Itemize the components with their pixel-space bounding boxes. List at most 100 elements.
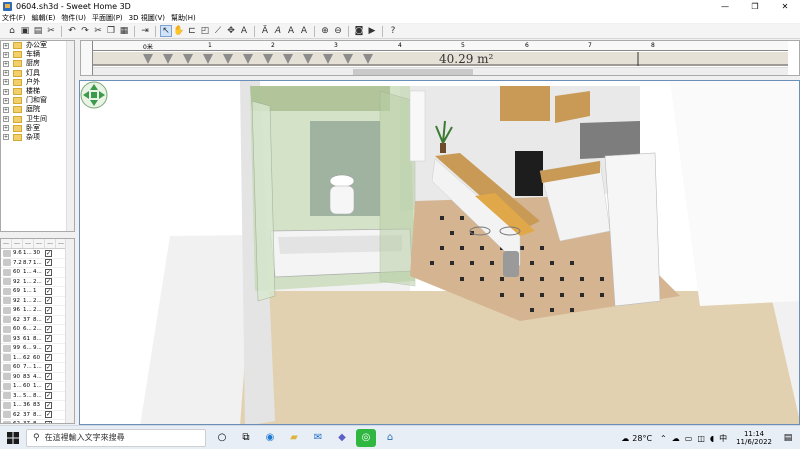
furniture-row[interactable]: 62378...✓ [1,411,74,420]
taskbar-search-input[interactable]: ⚲ 在這裡輸入文字來搜尋 [26,428,206,447]
open-icon[interactable]: ▣ [19,25,31,37]
select-mode-icon[interactable]: ↖ [160,25,172,37]
menu-3d-view[interactable]: 3D 視圖(V) [129,13,165,23]
cut-icon[interactable]: ✂ [45,25,57,37]
create-polylines-icon[interactable]: ⟋ [212,25,224,37]
furniture-row[interactable]: 62378...✓ [1,420,74,423]
save-icon[interactable]: ▤ [32,25,44,37]
menu-help[interactable]: 幫助(H) [171,13,196,23]
catalog-category[interactable]: + 厨房 [1,59,74,68]
create-rooms-icon[interactable]: ◰ [199,25,211,37]
furniture-row[interactable]: 90 83 4... ✓ [1,373,74,382]
visible-checkbox[interactable]: ✓ [45,344,52,352]
furniture-row[interactable]: 93 61 8... ✓ [1,335,74,344]
scrollbar-thumb[interactable] [353,69,473,75]
notification-center-icon[interactable]: ▤ [780,431,796,445]
windows-start-button[interactable] [0,426,26,449]
minimize-button[interactable]: — [710,0,740,12]
expand-icon[interactable]: + [3,106,9,113]
create-labels-icon[interactable]: A [238,25,250,37]
navigation-arrows-icon[interactable] [80,81,108,109]
add-furniture-icon[interactable]: ⇥ [139,25,151,37]
visible-checkbox[interactable]: ✓ [45,306,52,314]
furniture-row[interactable]: 60 1... 4... ✓ [1,268,74,278]
visible-checkbox[interactable]: ✓ [45,287,52,295]
tray-expand-icon[interactable]: ⌃ [660,434,667,443]
catalog-category[interactable]: + 灯具 [1,69,74,78]
battery-icon[interactable]: ▭ [685,434,693,443]
expand-icon[interactable]: + [3,97,9,104]
visible-checkbox[interactable]: ✓ [45,373,52,381]
column-header[interactable]: ... [1,239,12,248]
expand-icon[interactable]: + [3,79,9,86]
furniture-row[interactable]: 3... 5... 8... ✓ [1,392,74,401]
close-button[interactable]: ✕ [770,0,800,12]
copy-icon[interactable]: ❐ [105,25,117,37]
furniture-row[interactable]: 1... 60 1... ✓ [1,382,74,392]
expand-icon[interactable]: + [3,42,9,49]
cut-item-icon[interactable]: ✂ [92,25,104,37]
furniture-row[interactable]: 92 1... 2... ✓ [1,278,74,287]
furniture-row[interactable]: 99 6... 9... ✓ [1,344,74,354]
sweet-home-3d-taskbar-icon[interactable]: ⌂ [380,429,400,447]
furniture-row[interactable]: 60 6... 2... ✓ [1,325,74,335]
file-explorer-icon[interactable]: ▰ [284,429,304,447]
edge-browser-icon[interactable]: ◉ [260,429,280,447]
catalog-category[interactable]: + 门和窗 [1,96,74,105]
visible-checkbox[interactable]: ✓ [45,392,52,400]
catalog-category[interactable]: + 楼梯 [1,87,74,96]
create-video-icon[interactable]: ▶ [366,25,378,37]
zoom-in-icon[interactable]: ⊕ [319,25,331,37]
expand-icon[interactable]: + [3,60,9,67]
text-larger-icon[interactable]: A [285,25,297,37]
plan-horizontal-scrollbar[interactable] [93,67,788,75]
furniture-list-scrollbar[interactable] [65,239,74,423]
column-header[interactable]: ... [12,239,23,248]
text-smaller-icon[interactable]: A [298,25,310,37]
menu-plan[interactable]: 平面圖(P) [92,13,123,23]
3d-view[interactable] [79,80,800,425]
visible-checkbox[interactable]: ✓ [45,411,52,419]
new-home-icon[interactable]: ⌂ [6,25,18,37]
expand-icon[interactable]: + [3,88,9,95]
column-header[interactable]: ... [34,239,45,248]
create-photo-icon[interactable]: ◙ [353,25,365,37]
visible-checkbox[interactable]: ✓ [45,297,52,305]
text-style-icon[interactable]: Ä [259,25,271,37]
catalog-category[interactable]: + 庭院 [1,105,74,114]
catalog-scrollbar[interactable] [66,41,74,231]
catalog-category[interactable]: + 杂项 [1,133,74,142]
menu-furniture[interactable]: 物件(U) [61,13,86,23]
help-icon[interactable]: ? [387,25,399,37]
furniture-row[interactable]: 1... 62 60 ✓ [1,354,74,363]
onedrive-icon[interactable]: ☁ [672,434,680,443]
catalog-category[interactable]: + 车辆 [1,50,74,59]
create-walls-icon[interactable]: ⊏ [186,25,198,37]
weather-widget[interactable]: ☁ 28°C [621,434,652,443]
redo-icon[interactable]: ↷ [79,25,91,37]
catalog-category[interactable]: + 户外 [1,78,74,87]
text-italic-icon[interactable]: A [272,25,284,37]
undo-icon[interactable]: ↶ [66,25,78,37]
expand-icon[interactable]: + [3,134,9,141]
furniture-row[interactable]: 1... 36 83 ✓ [1,401,74,411]
visible-checkbox[interactable]: ✓ [45,316,52,324]
visible-checkbox[interactable]: ✓ [45,354,52,362]
cortana-icon[interactable]: ○ [212,429,232,447]
column-header[interactable]: ... [23,239,34,248]
visible-checkbox[interactable]: ✓ [45,249,52,257]
furniture-row[interactable]: 62378...✓ [1,316,74,325]
furniture-row[interactable]: 60 7... 1... ✓ [1,363,74,373]
teams-icon[interactable]: ◆ [332,429,352,447]
line-app-icon[interactable]: ◎ [356,428,376,447]
maximize-button[interactable]: ❐ [740,0,770,12]
expand-icon[interactable]: + [3,70,9,77]
visible-checkbox[interactable]: ✓ [45,268,52,276]
plan-view[interactable]: 0米 1 2 3 4 5 6 7 8 40.29 m² [80,40,800,76]
visible-checkbox[interactable]: ✓ [45,382,52,390]
visible-checkbox[interactable]: ✓ [45,363,52,371]
visible-checkbox[interactable]: ✓ [45,325,52,333]
taskbar-clock[interactable]: 11:14 11/6/2022 [736,430,772,446]
column-header[interactable]: ... [45,239,56,248]
visible-checkbox[interactable]: ✓ [45,401,52,409]
